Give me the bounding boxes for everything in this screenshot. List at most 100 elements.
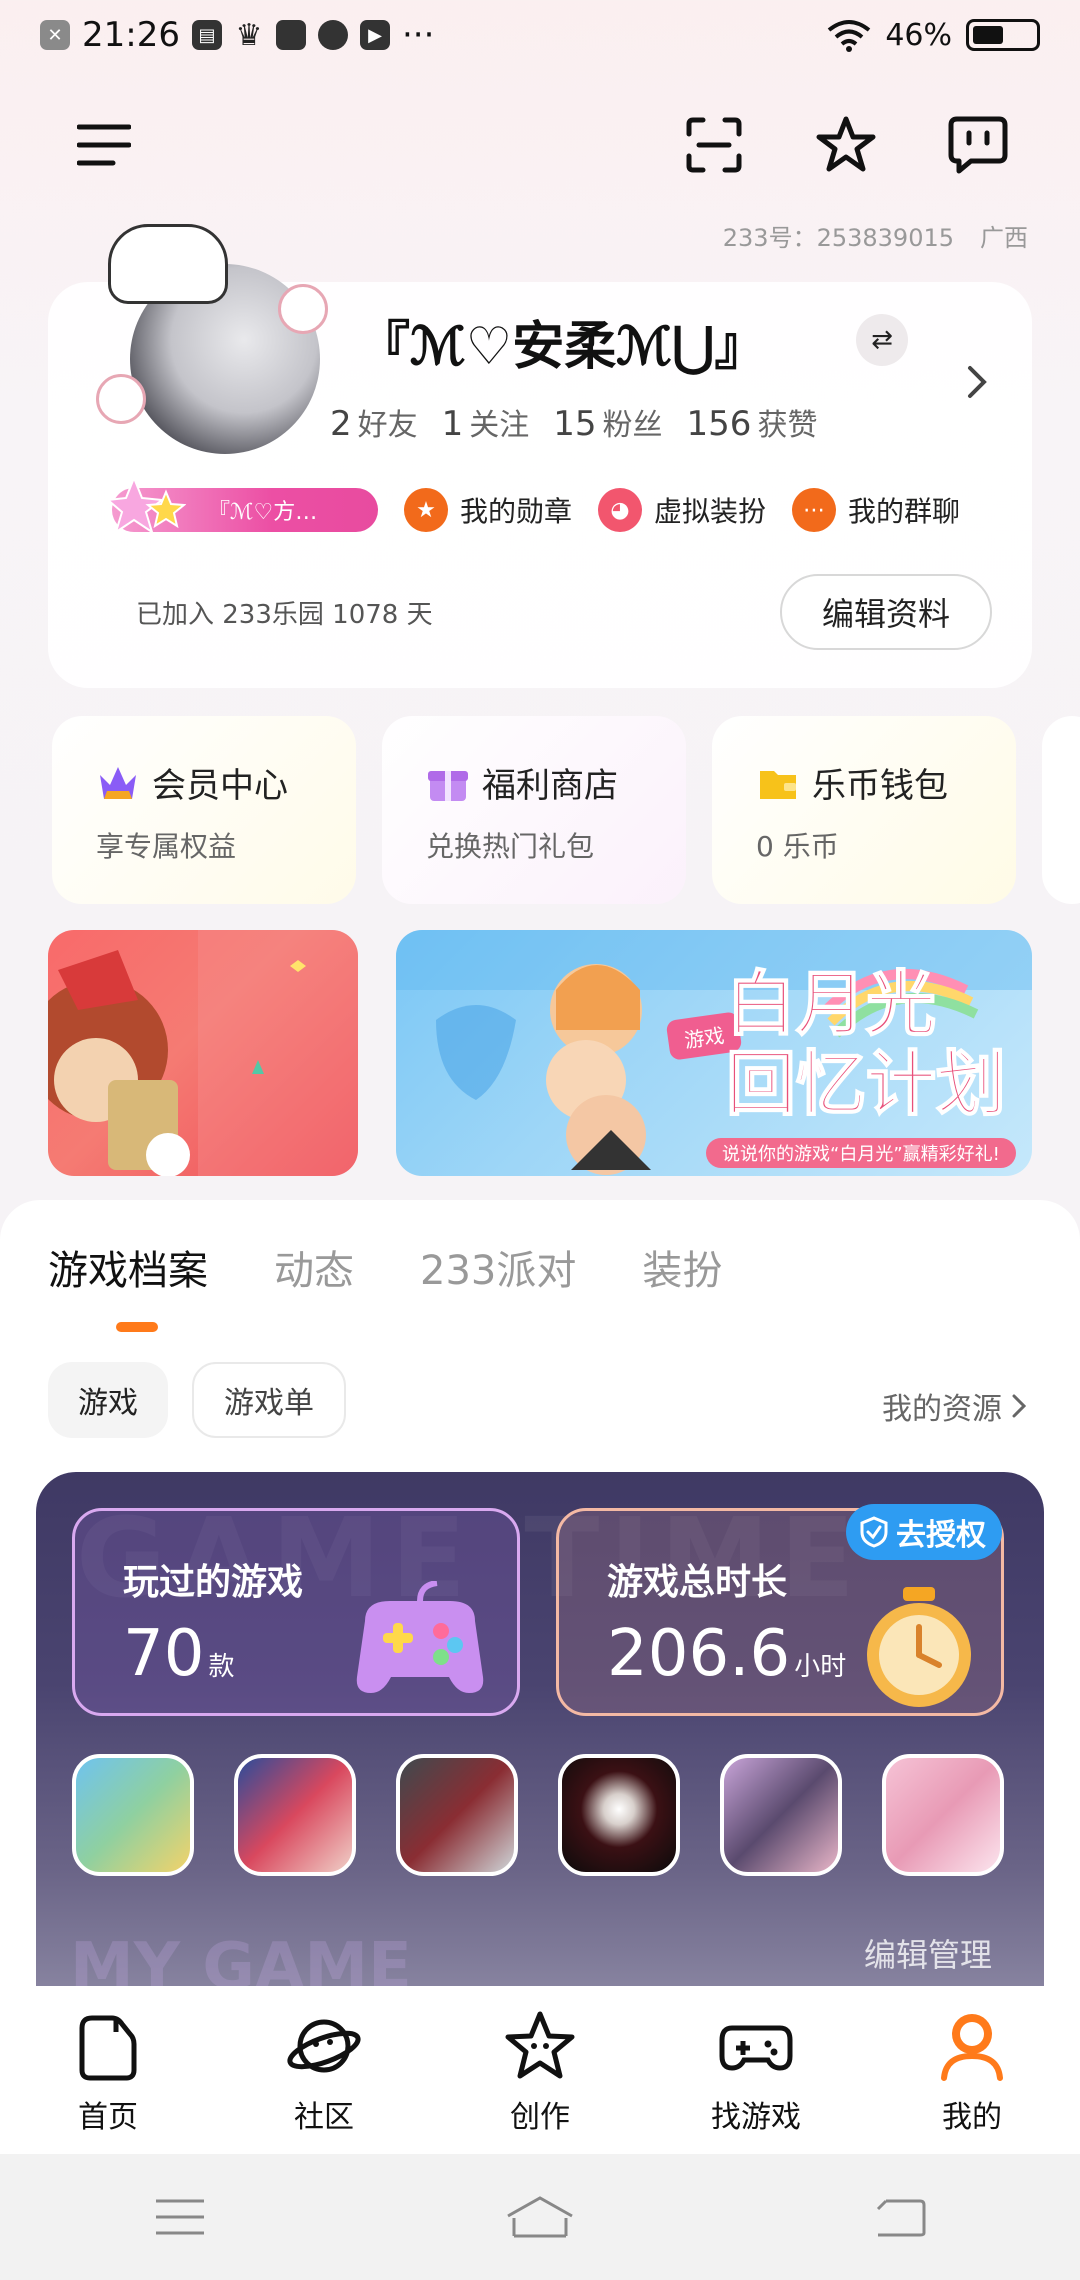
coin-wallet-subtitle: 0 乐币	[756, 830, 839, 863]
tab-game-archive[interactable]: 游戏档案	[48, 1238, 208, 1296]
crown-icon	[100, 766, 136, 799]
game-icon[interactable]	[558, 1754, 680, 1876]
scan-icon	[686, 117, 742, 173]
vip-tag[interactable]: 『ℳ♡方…	[106, 475, 378, 535]
planet-icon	[317, 20, 348, 50]
avatar-bow-frame	[108, 224, 228, 304]
gift-icon	[428, 770, 468, 801]
welfare-shop-subtitle: 兑换热门礼包	[426, 830, 595, 863]
game-icon[interactable]	[72, 1754, 194, 1876]
badge-row: 『ℳ♡方… ★ 我的勋章 ◕ 虚拟装扮 ⋯ 我的群聊	[106, 475, 960, 535]
chip-game-lists[interactable]: 游戏单	[192, 1362, 346, 1438]
vip-center-card[interactable]: 会员中心 享专属权益	[52, 716, 356, 904]
my-groups-label: 我的群聊	[848, 495, 961, 528]
quick-card-peek[interactable]	[1042, 716, 1080, 904]
my-resources-link[interactable]: 我的资源	[882, 1384, 1026, 1428]
nav-community[interactable]: 社区	[224, 2006, 424, 2136]
stat-friends[interactable]: 2 好友	[330, 400, 418, 444]
nav-mine[interactable]: 我的	[872, 2006, 1072, 2136]
nav-create[interactable]: 创作	[440, 2006, 640, 2136]
my-medals-button[interactable]: ★ 我的勋章	[404, 488, 572, 532]
coin-wallet-card[interactable]: 乐币钱包 0 乐币	[712, 716, 1016, 904]
game-icon[interactable]	[720, 1754, 842, 1876]
coin-wallet-title: 乐币钱包	[812, 766, 948, 806]
profile-card[interactable]: 『ℳ♡安柔ℳ⋃』 ⇄ 2 好友 1 关注 15 粉丝 156 获赞 『ℳ♡方… ★ 我的…	[48, 224, 1032, 688]
account-region: 广西	[980, 224, 1028, 252]
chevron-right-icon[interactable]	[962, 362, 992, 402]
person-icon	[941, 2014, 1003, 2081]
tab-dress-up[interactable]: 装扮	[642, 1238, 722, 1296]
avatar[interactable]	[88, 224, 338, 484]
nav-find-games-label: 找游戏	[711, 2100, 801, 2135]
banner-title: 白月光 回忆计划	[725, 963, 1007, 1125]
vip-star-icon	[106, 475, 186, 535]
edit-profile-button[interactable]: 编辑资料	[780, 574, 992, 650]
played-games-box[interactable]: 玩过的游戏 70 款	[72, 1508, 520, 1716]
vip-center-title: 会员中心	[152, 766, 288, 806]
tab-moments[interactable]: 动态	[274, 1238, 354, 1296]
total-playtime-unit: 小时	[794, 1652, 847, 1682]
back-icon	[876, 2199, 926, 2237]
game-archive-panel: GAME TIME 玩过的游戏 70 款 游戏总时长 206.6 小时 去授权 …	[36, 1472, 1044, 2000]
nav-find-games[interactable]: 找游戏	[656, 2006, 856, 2136]
chip-games[interactable]: 游戏	[48, 1362, 168, 1438]
status-time: 21:26	[82, 15, 180, 55]
menu-icon	[77, 124, 131, 166]
total-playtime-value: 206.6	[607, 1617, 791, 1691]
my-resources-label: 我的资源	[882, 1392, 1002, 1427]
scan-button[interactable]	[674, 105, 754, 185]
nav-mine-label: 我的	[942, 2100, 1002, 2135]
menu-button[interactable]	[64, 105, 144, 185]
game-icon[interactable]	[882, 1754, 1004, 1876]
chat-icon	[948, 116, 1008, 174]
stat-followers[interactable]: 15 粉丝	[553, 400, 662, 444]
gamepad-icon	[356, 1581, 484, 1693]
recent-apps-button[interactable]	[135, 2187, 225, 2247]
played-games-unit: 款	[208, 1652, 235, 1682]
stat-likes[interactable]: 156 获赞	[687, 400, 818, 444]
game-icon[interactable]	[396, 1754, 518, 1876]
active-tab-indicator	[116, 1322, 158, 1332]
account-id: 233号：253839015	[722, 224, 954, 252]
game-icon[interactable]	[234, 1754, 356, 1876]
account-info: 233号：253839015 广西	[723, 218, 1028, 253]
virtual-dress-button[interactable]: ◕ 虚拟装扮	[598, 488, 766, 532]
filter-chips: 游戏 游戏单	[48, 1362, 346, 1438]
nav-community-label: 社区	[294, 2100, 354, 2135]
tab-233-party[interactable]: 233派对	[420, 1238, 576, 1296]
edit-manage-button[interactable]: 编辑管理	[864, 1930, 992, 1976]
message-button[interactable]	[938, 105, 1018, 185]
gamepad-icon	[719, 2025, 793, 2071]
authorize-button[interactable]: 去授权	[846, 1504, 1002, 1560]
video-icon: ▶	[359, 20, 390, 50]
nav-create-label: 创作	[510, 2100, 570, 2135]
battery-percent: 46%	[885, 17, 952, 53]
wallet-icon	[760, 770, 796, 799]
app-notification-icon: ▤	[191, 20, 222, 50]
battery-icon	[966, 19, 1040, 51]
virtual-dress-label: 虚拟装扮	[654, 495, 767, 528]
paw-icon	[96, 374, 146, 424]
vip-tag-label: 『ℳ♡方…	[208, 500, 318, 525]
my-groups-button[interactable]: ⋯ 我的群聊	[792, 488, 960, 532]
stopwatch-icon	[867, 1587, 971, 1707]
welfare-shop-card[interactable]: 福利商店 兑换热门礼包	[382, 716, 686, 904]
star-button[interactable]	[806, 105, 886, 185]
group-chat-icon: ⋯	[792, 488, 837, 532]
crown-icon: ♛	[235, 17, 263, 53]
switch-account-button[interactable]: ⇄	[856, 314, 908, 366]
back-button[interactable]	[855, 2187, 945, 2247]
promo-banner-moonlight[interactable]: 游戏 白月光 回忆计划 说说你的游戏“白月光”赢精彩好礼!	[396, 930, 1032, 1176]
home-button[interactable]	[495, 2187, 585, 2247]
home-icon	[79, 2015, 137, 2081]
promo-banner-left[interactable]	[48, 930, 358, 1176]
paw-icon	[278, 284, 328, 334]
bottom-nav: 首页 社区 创作 找游戏 我的	[0, 1986, 1080, 2154]
profile-tabs: 游戏档案 动态 233派对 装扮	[48, 1238, 722, 1296]
stat-following[interactable]: 1 关注	[442, 400, 530, 444]
home-outline-icon	[507, 2196, 573, 2238]
medal-icon: ★	[404, 488, 448, 532]
authorize-label: 去授权	[896, 1518, 986, 1553]
top-bar	[0, 100, 1080, 190]
nav-home[interactable]: 首页	[8, 2006, 208, 2136]
